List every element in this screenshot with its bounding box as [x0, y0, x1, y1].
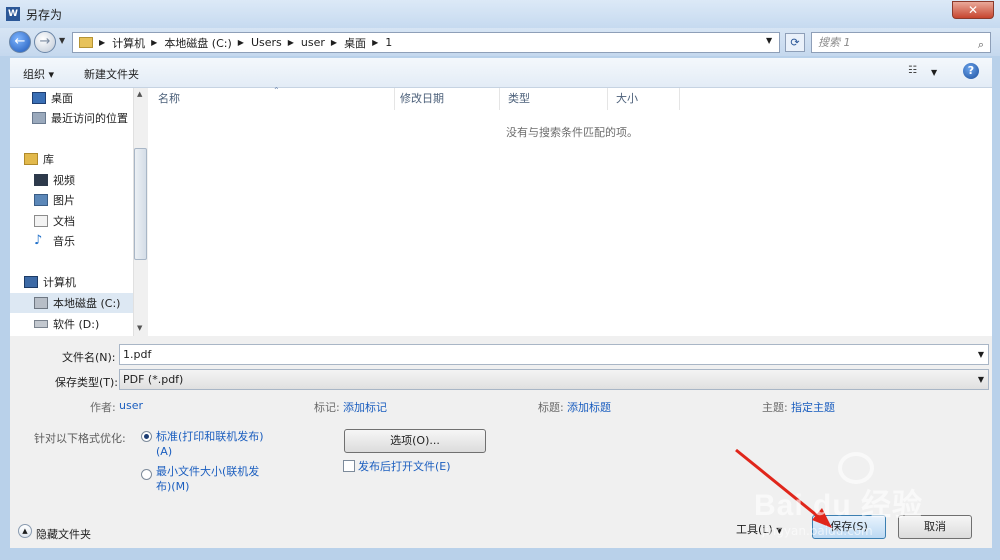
subject-label: 主题: — [762, 401, 788, 414]
organize-button[interactable]: 组织 ▾ — [23, 66, 54, 82]
view-options-icon[interactable]: ☷ — [908, 65, 921, 76]
search-icon[interactable]: ⌕ — [978, 35, 984, 54]
title-bar: W 另存为 ✕ — [0, 0, 1000, 28]
filename-label: 文件名(N): — [62, 351, 116, 364]
column-header-name[interactable]: 名称 — [148, 88, 395, 110]
tags-value[interactable]: 添加标记 — [343, 399, 387, 415]
library-icon — [24, 153, 38, 165]
window-title: 另存为 — [26, 8, 63, 22]
title-value[interactable]: 添加标题 — [567, 399, 611, 415]
nav-item-drive-c[interactable]: 本地磁盘 (C:) — [10, 293, 134, 313]
baidu-watermark: Bai du 经验 jingyan.baidu.com — [748, 450, 958, 550]
address-bar[interactable]: ▶ 计算机 ▶ 本地磁盘 (C:) ▶ Users ▶ user ▶ 桌面 ▶ 1 — [72, 32, 780, 53]
documents-icon — [34, 215, 48, 227]
sort-ascending-icon: ⌃ — [273, 86, 280, 95]
open-after-publish-label[interactable]: 发布后打开文件(E) — [358, 459, 451, 474]
computer-icon — [24, 276, 38, 288]
author-label: 作者: — [90, 401, 116, 414]
breadcrumb-item[interactable]: ▶ user — [288, 36, 325, 49]
breadcrumb-item[interactable]: ▶ 本地磁盘 (C:) — [151, 35, 232, 51]
pictures-icon — [34, 194, 48, 206]
view-dropdown-icon[interactable]: ▼ — [931, 68, 937, 77]
filetype-select[interactable]: PDF (*.pdf) ▼ — [119, 369, 989, 390]
filename-dropdown-icon[interactable]: ▼ — [978, 345, 984, 364]
author-value[interactable]: user — [119, 399, 143, 412]
nav-item-desktop[interactable]: 桌面 — [32, 88, 148, 108]
subject-value[interactable]: 指定主题 — [791, 399, 835, 415]
optimize-minimum-label[interactable]: 最小文件大小(联机发 布)(M) — [156, 464, 259, 494]
file-list: 名称 ⌃ 修改日期 类型 大小 没有与搜索条件匹配的项。 — [148, 86, 992, 336]
close-button[interactable]: ✕ — [952, 1, 994, 19]
back-button[interactable]: ← — [9, 31, 31, 53]
breadcrumb-item[interactable]: ▶ 1 — [372, 36, 392, 49]
breadcrumb-item[interactable]: ▶ 计算机 — [99, 35, 145, 51]
folder-icon — [79, 37, 93, 48]
optimize-standard-label[interactable]: 标准(打印和联机发布) (A) — [156, 429, 264, 459]
watermark-url: jingyan.baidu.com — [762, 524, 873, 538]
filename-field[interactable]: 1.pdf ▼ — [119, 344, 989, 365]
drive-icon — [34, 297, 48, 309]
scroll-up-icon[interactable]: ▲ — [137, 90, 142, 98]
drive-icon — [34, 320, 48, 328]
breadcrumb-item[interactable]: ▶ 桌面 — [331, 35, 366, 51]
address-row: ← → ▼ ▶ 计算机 ▶ 本地磁盘 (C:) ▶ Users ▶ user ▶ 桌面 ▶… — [0, 28, 1000, 56]
refresh-button[interactable]: ⟳ — [785, 33, 805, 52]
filetype-label: 保存类型(T): — [55, 376, 119, 389]
tags-label: 标记: — [314, 401, 340, 414]
optimize-standard-radio[interactable] — [141, 431, 152, 445]
forward-button[interactable]: → — [34, 31, 56, 53]
open-after-publish-checkbox[interactable] — [343, 460, 355, 475]
nav-item-music[interactable]: ♪ 音乐 — [34, 231, 148, 251]
command-bar: 组织 ▾ 新建文件夹 ☷ ▼ ? — [10, 58, 992, 88]
column-header-modified[interactable]: 修改日期 — [390, 88, 500, 110]
nav-item-drive-d[interactable]: 软件 (D:) — [34, 314, 148, 334]
options-button[interactable]: 选项(O)... — [344, 429, 486, 453]
nav-scroll-thumb[interactable] — [134, 148, 147, 260]
new-folder-button[interactable]: 新建文件夹 — [84, 66, 139, 82]
title-label: 标题: — [538, 401, 564, 414]
nav-item-libraries[interactable]: 库 — [24, 149, 148, 169]
search-input[interactable]: 搜索 1 ⌕ — [811, 32, 991, 53]
help-icon[interactable]: ? — [963, 63, 979, 79]
history-dropdown-icon[interactable]: ▼ — [59, 36, 65, 45]
nav-item-videos[interactable]: 视频 — [34, 170, 148, 190]
hide-folders-button[interactable]: 隐藏文件夹 — [36, 526, 91, 542]
empty-message: 没有与搜索条件匹配的项。 — [506, 126, 638, 139]
collapse-icon[interactable]: ▲ — [18, 524, 32, 538]
optimize-label: 针对以下格式优化: — [34, 432, 126, 445]
word-app-icon: W — [6, 7, 20, 21]
nav-item-computer[interactable]: 计算机 — [24, 272, 148, 292]
address-dropdown-icon[interactable]: ▼ — [766, 36, 772, 45]
navigation-pane: 桌面 最近访问的位置 库 视频 图片 文档 ♪ 音乐 计算机 本地磁盘 (C:)… — [10, 88, 148, 336]
optimize-minimum-radio[interactable] — [141, 469, 152, 483]
nav-item-recent[interactable]: 最近访问的位置 — [32, 108, 148, 128]
video-icon — [34, 174, 48, 186]
breadcrumb-item[interactable]: ▶ Users — [238, 36, 282, 49]
scroll-down-icon[interactable]: ▼ — [137, 324, 142, 332]
column-header-size[interactable]: 大小 — [606, 88, 680, 110]
column-header-type[interactable]: 类型 — [498, 88, 608, 110]
music-icon: ♪ — [34, 233, 43, 248]
filetype-dropdown-icon[interactable]: ▼ — [978, 370, 984, 389]
recent-places-icon — [32, 112, 46, 124]
watermark-text: Bai du 经验 — [754, 489, 924, 522]
nav-item-documents[interactable]: 文档 — [34, 211, 148, 231]
desktop-icon — [32, 92, 46, 104]
nav-item-pictures[interactable]: 图片 — [34, 190, 148, 210]
